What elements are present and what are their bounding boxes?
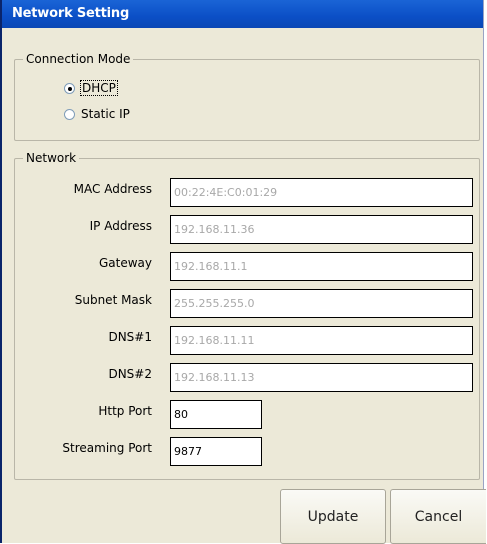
radio-static-ip-label[interactable]: Static IP xyxy=(81,107,130,121)
connection-mode-group: Connection Mode xyxy=(14,51,480,141)
http-port-field[interactable]: 80 xyxy=(170,400,262,429)
mac-address-field[interactable]: 00:22:4E:C0:01:29 xyxy=(170,178,473,207)
subnet-mask-field[interactable]: 255.255.255.0 xyxy=(170,289,473,318)
cancel-button[interactable]: Cancel xyxy=(390,489,486,544)
radio-unselected-icon[interactable] xyxy=(64,109,75,120)
window-title: Network Setting xyxy=(2,0,483,28)
radio-dhcp[interactable]: DHCP xyxy=(64,80,118,96)
gateway-label: Gateway xyxy=(98,256,152,270)
dns1-label: DNS#1 xyxy=(108,330,152,344)
streaming-port-field[interactable]: 9877 xyxy=(170,437,262,466)
dns2-label: DNS#2 xyxy=(108,367,152,381)
mac-address-label: MAC Address xyxy=(73,182,152,196)
radio-static-ip[interactable]: Static IP xyxy=(64,106,130,122)
gateway-field[interactable]: 192.168.11.1 xyxy=(170,252,473,281)
dns2-field[interactable]: 192.168.11.13 xyxy=(170,363,473,392)
update-button[interactable]: Update xyxy=(280,489,386,544)
dns1-field[interactable]: 192.168.11.11 xyxy=(170,326,473,355)
network-legend: Network xyxy=(23,150,80,166)
ip-address-label: IP Address xyxy=(89,219,152,233)
radio-selected-icon[interactable] xyxy=(64,83,75,94)
network-setting-dialog: Network Setting Connection Mode DHCP Sta… xyxy=(0,0,486,544)
http-port-label: Http Port xyxy=(98,404,152,418)
subnet-mask-label: Subnet Mask xyxy=(74,293,152,307)
ip-address-field[interactable]: 192.168.11.36 xyxy=(170,215,473,244)
connection-mode-legend: Connection Mode xyxy=(23,51,134,67)
streaming-port-label: Streaming Port xyxy=(62,441,152,455)
radio-dhcp-label[interactable]: DHCP xyxy=(80,80,118,96)
